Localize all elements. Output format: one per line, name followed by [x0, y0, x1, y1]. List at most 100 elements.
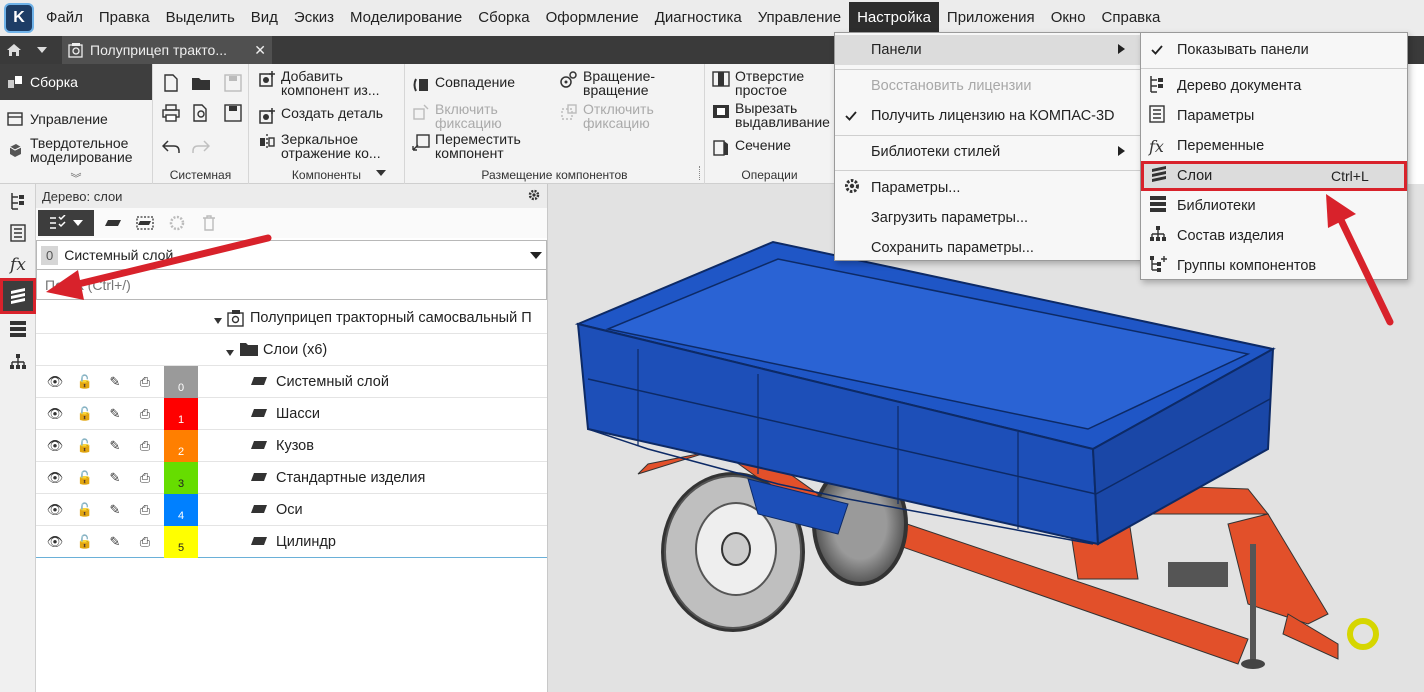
layer-row[interactable]: 👁 🔓 ✎ ⎙ 3 Стандартные изделия [36, 462, 547, 494]
mode-assembly[interactable]: Сборка [0, 64, 152, 100]
filter-dropdown-button[interactable] [38, 210, 94, 236]
layer-color-cell[interactable]: 3 [164, 462, 198, 494]
menu-item-layers[interactable]: Слои Ctrl+L [1141, 161, 1407, 191]
menu-item-load-parameters[interactable]: Загрузить параметры... [835, 203, 1143, 233]
visibility-eye-icon[interactable]: 👁 [45, 374, 65, 390]
lock-icon[interactable]: 🔓 [75, 534, 95, 550]
layer-row[interactable]: 👁 🔓 ✎ ⎙ 1 Шасси [36, 398, 547, 430]
menu-item-save-parameters[interactable]: Сохранить параметры... [835, 233, 1143, 263]
lock-icon[interactable]: 🔓 [75, 374, 95, 390]
layer-row[interactable]: 👁 🔓 ✎ ⎙ 4 Оси [36, 494, 547, 526]
document-tab[interactable]: Полуприцеп тракто... ✕ [62, 36, 272, 64]
edit-pencil-icon[interactable]: ✎ [105, 470, 125, 486]
current-layer-select[interactable]: 0 Системный слой [36, 240, 547, 270]
menu-diagnostics[interactable]: Диагностика [647, 2, 750, 34]
simple-hole-button[interactable]: Отверстие простое [711, 69, 804, 97]
visibility-eye-icon[interactable]: 👁 [45, 406, 65, 422]
coincidence-button[interactable]: Совпадение [411, 75, 515, 95]
edit-pencil-icon[interactable]: ✎ [105, 406, 125, 422]
menu-item-panels[interactable]: Панели [835, 35, 1143, 65]
variables-fx-icon[interactable]: fx [3, 250, 33, 280]
menu-management[interactable]: Управление [750, 2, 849, 34]
visibility-eye-icon[interactable]: 👁 [45, 502, 65, 518]
parameters-icon[interactable] [3, 218, 33, 248]
mirror-component-button[interactable]: Зеркальное отражение ко... [257, 132, 381, 160]
menu-window[interactable]: Окно [1043, 2, 1094, 34]
menu-help[interactable]: Справка [1094, 2, 1169, 34]
layer-color-cell[interactable]: 5 [164, 526, 198, 558]
kompas-logo-icon[interactable]: K [4, 3, 34, 33]
edit-pencil-icon[interactable]: ✎ [105, 438, 125, 454]
menu-item-parameters-panel[interactable]: Параметры [1141, 101, 1407, 131]
add-component-button[interactable]: Добавить компонент из... [257, 69, 380, 97]
edit-pencil-icon[interactable]: ✎ [105, 534, 125, 550]
visibility-eye-icon[interactable]: 👁 [45, 470, 65, 486]
layer-row[interactable]: 👁 🔓 ✎ ⎙ 5 Цилиндр [36, 526, 547, 558]
search-field[interactable] [36, 270, 547, 300]
print-layer-icon[interactable]: ⎙ [135, 470, 155, 486]
mode-management[interactable]: Управление [0, 104, 152, 133]
layer-row[interactable]: 👁 🔓 ✎ ⎙ 2 Кузов [36, 430, 547, 462]
expand-triangle-icon[interactable] [226, 344, 234, 360]
document-tree-icon[interactable] [3, 186, 33, 216]
tree-root-row[interactable]: Полуприцеп тракторный самосвальный П [36, 302, 547, 334]
menu-settings[interactable]: Настройка [849, 2, 939, 34]
menu-item-get-license[interactable]: Получить лицензию на КОМПАС-3D [835, 101, 1143, 131]
search-input[interactable] [45, 276, 538, 293]
menu-item-show-panels[interactable]: Показывать панели [1141, 35, 1407, 65]
layer-settings-icon[interactable] [132, 210, 158, 236]
edit-pencil-icon[interactable]: ✎ [105, 502, 125, 518]
mode-solid-modeling[interactable]: Твердотельное моделирование [0, 133, 152, 167]
menu-assembly[interactable]: Сборка [470, 2, 537, 34]
menu-select[interactable]: Выделить [158, 2, 243, 34]
menu-item-style-libraries[interactable]: Библиотеки стилей [835, 137, 1143, 167]
print-layer-icon[interactable]: ⎙ [135, 502, 155, 518]
lock-icon[interactable]: 🔓 [75, 438, 95, 454]
preview-icon[interactable] [190, 102, 212, 124]
menu-item-variables[interactable]: fx Переменные [1141, 131, 1407, 161]
visibility-eye-icon[interactable]: 👁 [45, 534, 65, 550]
menu-modeling[interactable]: Моделирование [342, 2, 470, 34]
menu-item-parameters[interactable]: Параметры... [835, 173, 1143, 203]
menu-view[interactable]: Вид [243, 2, 286, 34]
layer-color-cell[interactable]: 2 [164, 430, 198, 462]
layer-color-cell[interactable]: 0 [164, 366, 198, 398]
menu-item-document-tree[interactable]: Дерево документа [1141, 71, 1407, 101]
tabs-dropdown-icon[interactable] [28, 36, 56, 64]
close-tab-icon[interactable]: ✕ [254, 42, 266, 59]
menu-item-component-groups[interactable]: Группы компонентов [1141, 251, 1407, 281]
menu-edit[interactable]: Правка [91, 2, 158, 34]
new-layer-icon[interactable] [100, 210, 126, 236]
menu-item-product-structure[interactable]: Состав изделия [1141, 221, 1407, 251]
expand-triangle-icon[interactable] [214, 312, 222, 328]
move-component-button[interactable]: Переместить компонент [411, 132, 521, 160]
save-all-icon[interactable] [222, 102, 244, 124]
print-icon[interactable] [160, 102, 182, 124]
lock-icon[interactable]: 🔓 [75, 406, 95, 422]
extrude-cut-button[interactable]: Вырезать выдавливание [711, 101, 830, 129]
print-layer-icon[interactable]: ⎙ [135, 438, 155, 454]
visibility-eye-icon[interactable]: 👁 [45, 438, 65, 454]
gear-icon[interactable] [527, 188, 541, 205]
edit-pencil-icon[interactable]: ✎ [105, 374, 125, 390]
menu-applications[interactable]: Приложения [939, 2, 1043, 34]
print-layer-icon[interactable]: ⎙ [135, 534, 155, 550]
lock-icon[interactable]: 🔓 [75, 502, 95, 518]
layers-icon[interactable] [0, 278, 36, 314]
create-part-button[interactable]: Создать деталь [257, 106, 383, 126]
menu-formatting[interactable]: Оформление [538, 2, 647, 34]
open-folder-icon[interactable] [190, 72, 212, 94]
menu-sketch[interactable]: Эскиз [286, 2, 342, 34]
product-structure-icon[interactable] [3, 347, 33, 377]
rotation-rotation-button[interactable]: Вращение- вращение [559, 69, 655, 97]
print-layer-icon[interactable]: ⎙ [135, 374, 155, 390]
layer-color-cell[interactable]: 4 [164, 494, 198, 526]
menu-item-libraries[interactable]: Библиотеки [1141, 191, 1407, 221]
lock-icon[interactable]: 🔓 [75, 470, 95, 486]
layers-folder-row[interactable]: Слои (х6) [36, 334, 547, 366]
group-dropdown-icon[interactable] [376, 163, 386, 179]
layer-color-cell[interactable]: 1 [164, 398, 198, 430]
undo-icon[interactable] [160, 136, 182, 158]
home-icon[interactable] [0, 36, 28, 64]
print-layer-icon[interactable]: ⎙ [135, 406, 155, 422]
